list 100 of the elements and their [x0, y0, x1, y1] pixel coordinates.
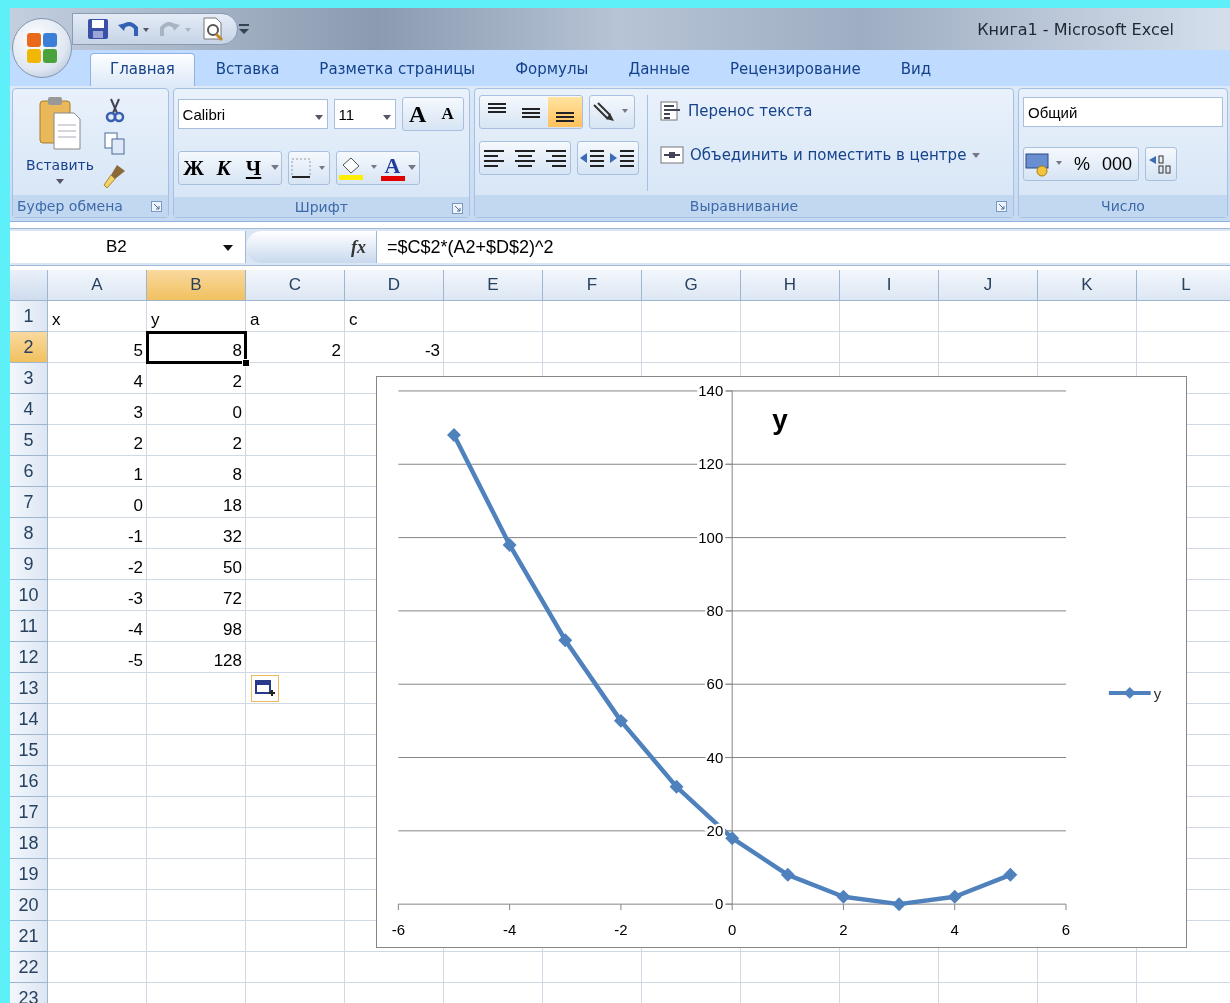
column-header[interactable]: B: [147, 270, 246, 301]
underline-button[interactable]: Ч: [238, 153, 269, 183]
formula-field[interactable]: =$C$2*(A2+$D$2)^2: [376, 231, 1230, 263]
grow-font-button[interactable]: A: [402, 99, 433, 129]
ribbon-tab[interactable]: Главная: [90, 53, 195, 86]
ribbon-tab[interactable]: Рецензирование: [711, 54, 880, 86]
row-header[interactable]: 6: [10, 456, 48, 487]
table-cell[interactable]: c: [345, 301, 444, 332]
table-cell[interactable]: 0: [147, 394, 246, 425]
column-header[interactable]: D: [345, 270, 444, 301]
table-cell[interactable]: -5: [48, 642, 147, 673]
table-cell[interactable]: 4: [48, 363, 147, 394]
column-header[interactable]: G: [642, 270, 741, 301]
italic-button[interactable]: К: [208, 153, 239, 183]
paste-options-icon[interactable]: [251, 675, 279, 702]
font-name-field[interactable]: Calibri: [177, 99, 328, 129]
table-cell[interactable]: -3: [48, 580, 147, 611]
column-header[interactable]: H: [741, 270, 840, 301]
table-cell[interactable]: 0: [48, 487, 147, 518]
table-cell[interactable]: a: [246, 301, 345, 332]
table-cell[interactable]: 5: [48, 332, 147, 363]
row-header[interactable]: 15: [10, 735, 48, 766]
column-header[interactable]: L: [1137, 270, 1230, 301]
ribbon-tab[interactable]: Вставка: [196, 54, 299, 86]
table-cell[interactable]: 2: [147, 363, 246, 394]
column-header[interactable]: E: [444, 270, 543, 301]
table-cell[interactable]: x: [48, 301, 147, 332]
customize-menu-icon[interactable]: [238, 22, 250, 36]
print-preview-icon[interactable]: [201, 17, 225, 41]
align-bottom-icon[interactable]: [548, 97, 582, 127]
row-header[interactable]: 1: [10, 301, 48, 332]
table-cell[interactable]: 8: [147, 456, 246, 487]
brush-icon[interactable]: [103, 163, 127, 189]
paste-button[interactable]: Вставить: [26, 157, 94, 173]
dropdown-arrow-icon[interactable]: [382, 114, 391, 120]
save-icon[interactable]: [87, 18, 109, 40]
table-cell[interactable]: 32: [147, 518, 246, 549]
ribbon-tab[interactable]: Данные: [609, 54, 710, 86]
table-cell[interactable]: 18: [147, 487, 246, 518]
row-header[interactable]: 5: [10, 425, 48, 456]
row-header[interactable]: 8: [10, 518, 48, 549]
table-cell[interactable]: 2: [147, 425, 246, 456]
row-header[interactable]: 9: [10, 549, 48, 580]
row-header[interactable]: 22: [10, 952, 48, 983]
table-cell[interactable]: 50: [147, 549, 246, 580]
row-header[interactable]: 14: [10, 704, 48, 735]
dialog-launcher-icon[interactable]: [996, 201, 1007, 212]
insert-function-button[interactable]: fx: [351, 236, 366, 258]
ribbon-tab[interactable]: Формулы: [496, 54, 608, 86]
row-header[interactable]: 23: [10, 983, 48, 1003]
table-cell[interactable]: y: [147, 301, 246, 332]
table-cell[interactable]: -3: [345, 332, 444, 363]
column-header[interactable]: C: [246, 270, 345, 301]
merge-center-button[interactable]: Объединить и поместить в центре: [656, 139, 985, 171]
column-header[interactable]: J: [939, 270, 1038, 301]
row-header[interactable]: 4: [10, 394, 48, 425]
table-cell[interactable]: 1: [48, 456, 147, 487]
table-cell[interactable]: -4: [48, 611, 147, 642]
number-format-field[interactable]: Общий: [1023, 97, 1223, 127]
ribbon-tab[interactable]: Разметка страницы: [300, 54, 495, 86]
row-header[interactable]: 13: [10, 673, 48, 704]
row-header[interactable]: 12: [10, 642, 48, 673]
row-header[interactable]: 19: [10, 859, 48, 890]
table-cell[interactable]: 128: [147, 642, 246, 673]
column-header[interactable]: A: [48, 270, 147, 301]
row-header[interactable]: 3: [10, 363, 48, 394]
row-header[interactable]: 20: [10, 890, 48, 921]
paste-icon[interactable]: [38, 95, 82, 151]
table-cell[interactable]: 98: [147, 611, 246, 642]
table-cell[interactable]: 72: [147, 580, 246, 611]
wrap-text-button[interactable]: Перенос текста: [656, 95, 985, 127]
table-cell[interactable]: 2: [48, 425, 147, 456]
row-header[interactable]: 2: [10, 332, 48, 363]
thousands-button[interactable]: 000: [1096, 149, 1139, 179]
dialog-launcher-icon[interactable]: [150, 201, 162, 212]
ribbon-tab[interactable]: Вид: [881, 54, 951, 86]
row-header[interactable]: 17: [10, 797, 48, 828]
row-header[interactable]: 18: [10, 828, 48, 859]
row-header[interactable]: 16: [10, 766, 48, 797]
dropdown-arrow-icon[interactable]: [314, 114, 323, 120]
row-header[interactable]: 10: [10, 580, 48, 611]
scissors-icon[interactable]: [103, 97, 127, 123]
table-cell[interactable]: -1: [48, 518, 147, 549]
bold-button[interactable]: Ж: [178, 153, 209, 183]
dialog-launcher-icon[interactable]: [452, 203, 463, 214]
row-header[interactable]: 7: [10, 487, 48, 518]
column-header[interactable]: I: [840, 270, 939, 301]
table-cell[interactable]: -2: [48, 549, 147, 580]
column-header[interactable]: K: [1038, 270, 1137, 301]
row-header[interactable]: 11: [10, 611, 48, 642]
row-header[interactable]: 21: [10, 921, 48, 952]
shrink-font-button[interactable]: A: [432, 99, 463, 129]
table-cell[interactable]: 2: [246, 332, 345, 363]
table-cell[interactable]: 3: [48, 394, 147, 425]
chart-area[interactable]: -6 -4 -2 0 2 4 6 y 0 20 40 60 80 100 120 140 y: [376, 376, 1187, 948]
percent-button[interactable]: %: [1068, 149, 1096, 179]
name-box[interactable]: B2: [10, 231, 246, 263]
column-header[interactable]: F: [543, 270, 642, 301]
font-size-field[interactable]: 11: [333, 99, 396, 129]
dropdown-arrow-icon[interactable]: [223, 245, 233, 251]
